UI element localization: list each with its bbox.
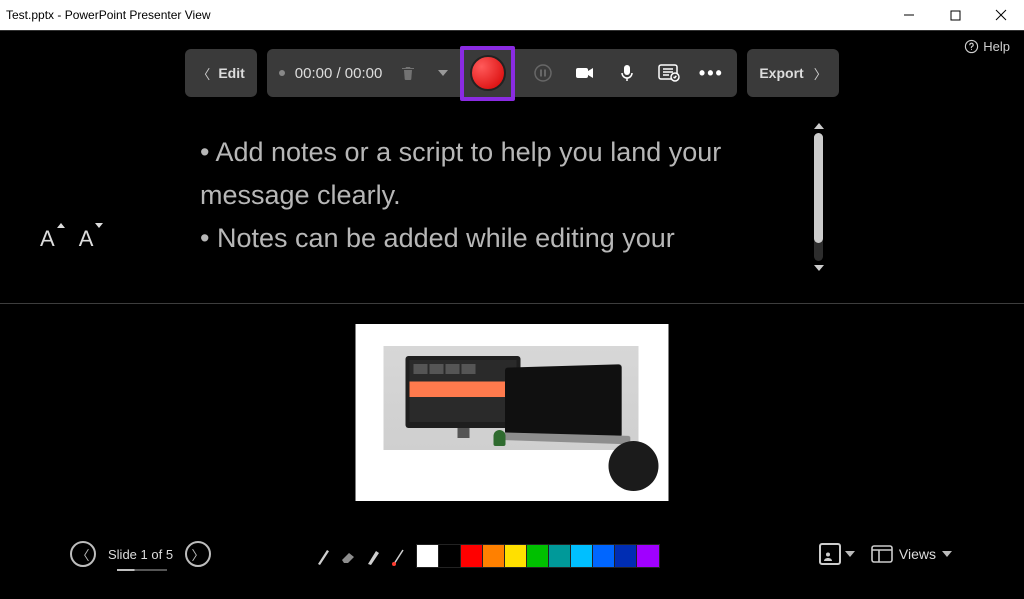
view-controls: Views <box>819 543 952 565</box>
views-icon <box>871 545 893 563</box>
swatch-green[interactable] <box>527 545 549 567</box>
next-slide-button[interactable]: 〉 <box>185 541 211 567</box>
minimize-button[interactable] <box>886 0 932 30</box>
recording-bar: 00:00 / 00:00 ••• <box>267 49 738 97</box>
chevron-left-icon: 〈 <box>197 64 210 83</box>
cameo-icon <box>819 543 841 565</box>
scroll-down-arrow[interactable] <box>811 261 826 275</box>
microphone-icon[interactable] <box>611 57 643 89</box>
swatch-white[interactable] <box>417 545 439 567</box>
laser-tool[interactable] <box>387 543 408 569</box>
views-label: Views <box>899 546 936 562</box>
titlebar: Test.pptx - PowerPoint Presenter View <box>0 0 1024 30</box>
decrease-font-button[interactable]: A <box>79 226 94 252</box>
maximize-button[interactable] <box>932 0 978 30</box>
edit-button[interactable]: 〈 Edit <box>185 49 256 97</box>
record-indicator-dot <box>279 70 285 76</box>
swatch-cyan[interactable] <box>571 545 593 567</box>
chevron-right-icon: 〉 <box>814 64 827 83</box>
camera-icon[interactable] <box>569 57 601 89</box>
notes-line-1: • Add notes or a script to help you land… <box>200 131 824 217</box>
notes-pane: • Add notes or a script to help you land… <box>0 111 1024 301</box>
record-button[interactable] <box>470 55 506 91</box>
notes-line-2: • Notes can be added while editing your <box>200 217 824 260</box>
slide-progress-divider <box>117 569 167 571</box>
views-button[interactable]: Views <box>871 545 952 563</box>
cameo-menu-chevron <box>845 551 855 557</box>
swatch-red[interactable] <box>461 545 483 567</box>
swatch-navy[interactable] <box>615 545 637 567</box>
pause-button[interactable] <box>527 57 559 89</box>
teleprompter-icon[interactable] <box>653 57 685 89</box>
font-size-controls: A A <box>40 226 93 252</box>
swatch-black[interactable] <box>439 545 461 567</box>
swatch-teal[interactable] <box>549 545 571 567</box>
highlighter-tool[interactable] <box>362 543 383 569</box>
edit-label: Edit <box>218 65 244 81</box>
scroll-thumb[interactable] <box>814 133 823 243</box>
export-button[interactable]: Export 〉 <box>747 49 838 97</box>
slide-nav: 〈 Slide 1 of 5 〉 <box>70 541 211 567</box>
increase-font-button[interactable]: A <box>40 226 55 252</box>
notes-scrollbar[interactable] <box>811 119 826 275</box>
views-menu-chevron <box>942 551 952 557</box>
scroll-up-arrow[interactable] <box>811 119 826 133</box>
annotation-tools <box>310 543 660 569</box>
close-button[interactable] <box>978 0 1024 30</box>
cameo-circle[interactable] <box>609 441 659 491</box>
swatch-blue[interactable] <box>593 545 615 567</box>
slide-position: Slide 1 of 5 <box>108 547 173 562</box>
delete-options-chevron[interactable] <box>438 70 448 76</box>
bottom-bar: 〈 Slide 1 of 5 〉 <box>0 537 1024 577</box>
pen-tool[interactable] <box>312 543 333 569</box>
swatch-purple[interactable] <box>637 545 659 567</box>
more-options-icon[interactable]: ••• <box>695 57 727 89</box>
window-title: Test.pptx - PowerPoint Presenter View <box>6 8 886 22</box>
export-label: Export <box>759 65 803 81</box>
timecode: 00:00 / 00:00 <box>295 65 383 82</box>
pane-divider[interactable] <box>0 303 1024 304</box>
record-button-highlight <box>460 46 515 101</box>
slide-content-image <box>384 346 639 450</box>
delete-icon[interactable] <box>392 57 424 89</box>
swatch-yellow[interactable] <box>505 545 527 567</box>
app-surface: Help 〈 Edit 00:00 / 00:00 <box>0 30 1024 599</box>
eraser-tool[interactable] <box>337 543 358 569</box>
slide-preview[interactable] <box>356 324 669 501</box>
toolbar: 〈 Edit 00:00 / 00:00 <box>0 49 1024 97</box>
cameo-view-button[interactable] <box>819 543 855 565</box>
swatch-orange[interactable] <box>483 545 505 567</box>
prev-slide-button[interactable]: 〈 <box>70 541 96 567</box>
color-palette <box>416 544 660 568</box>
